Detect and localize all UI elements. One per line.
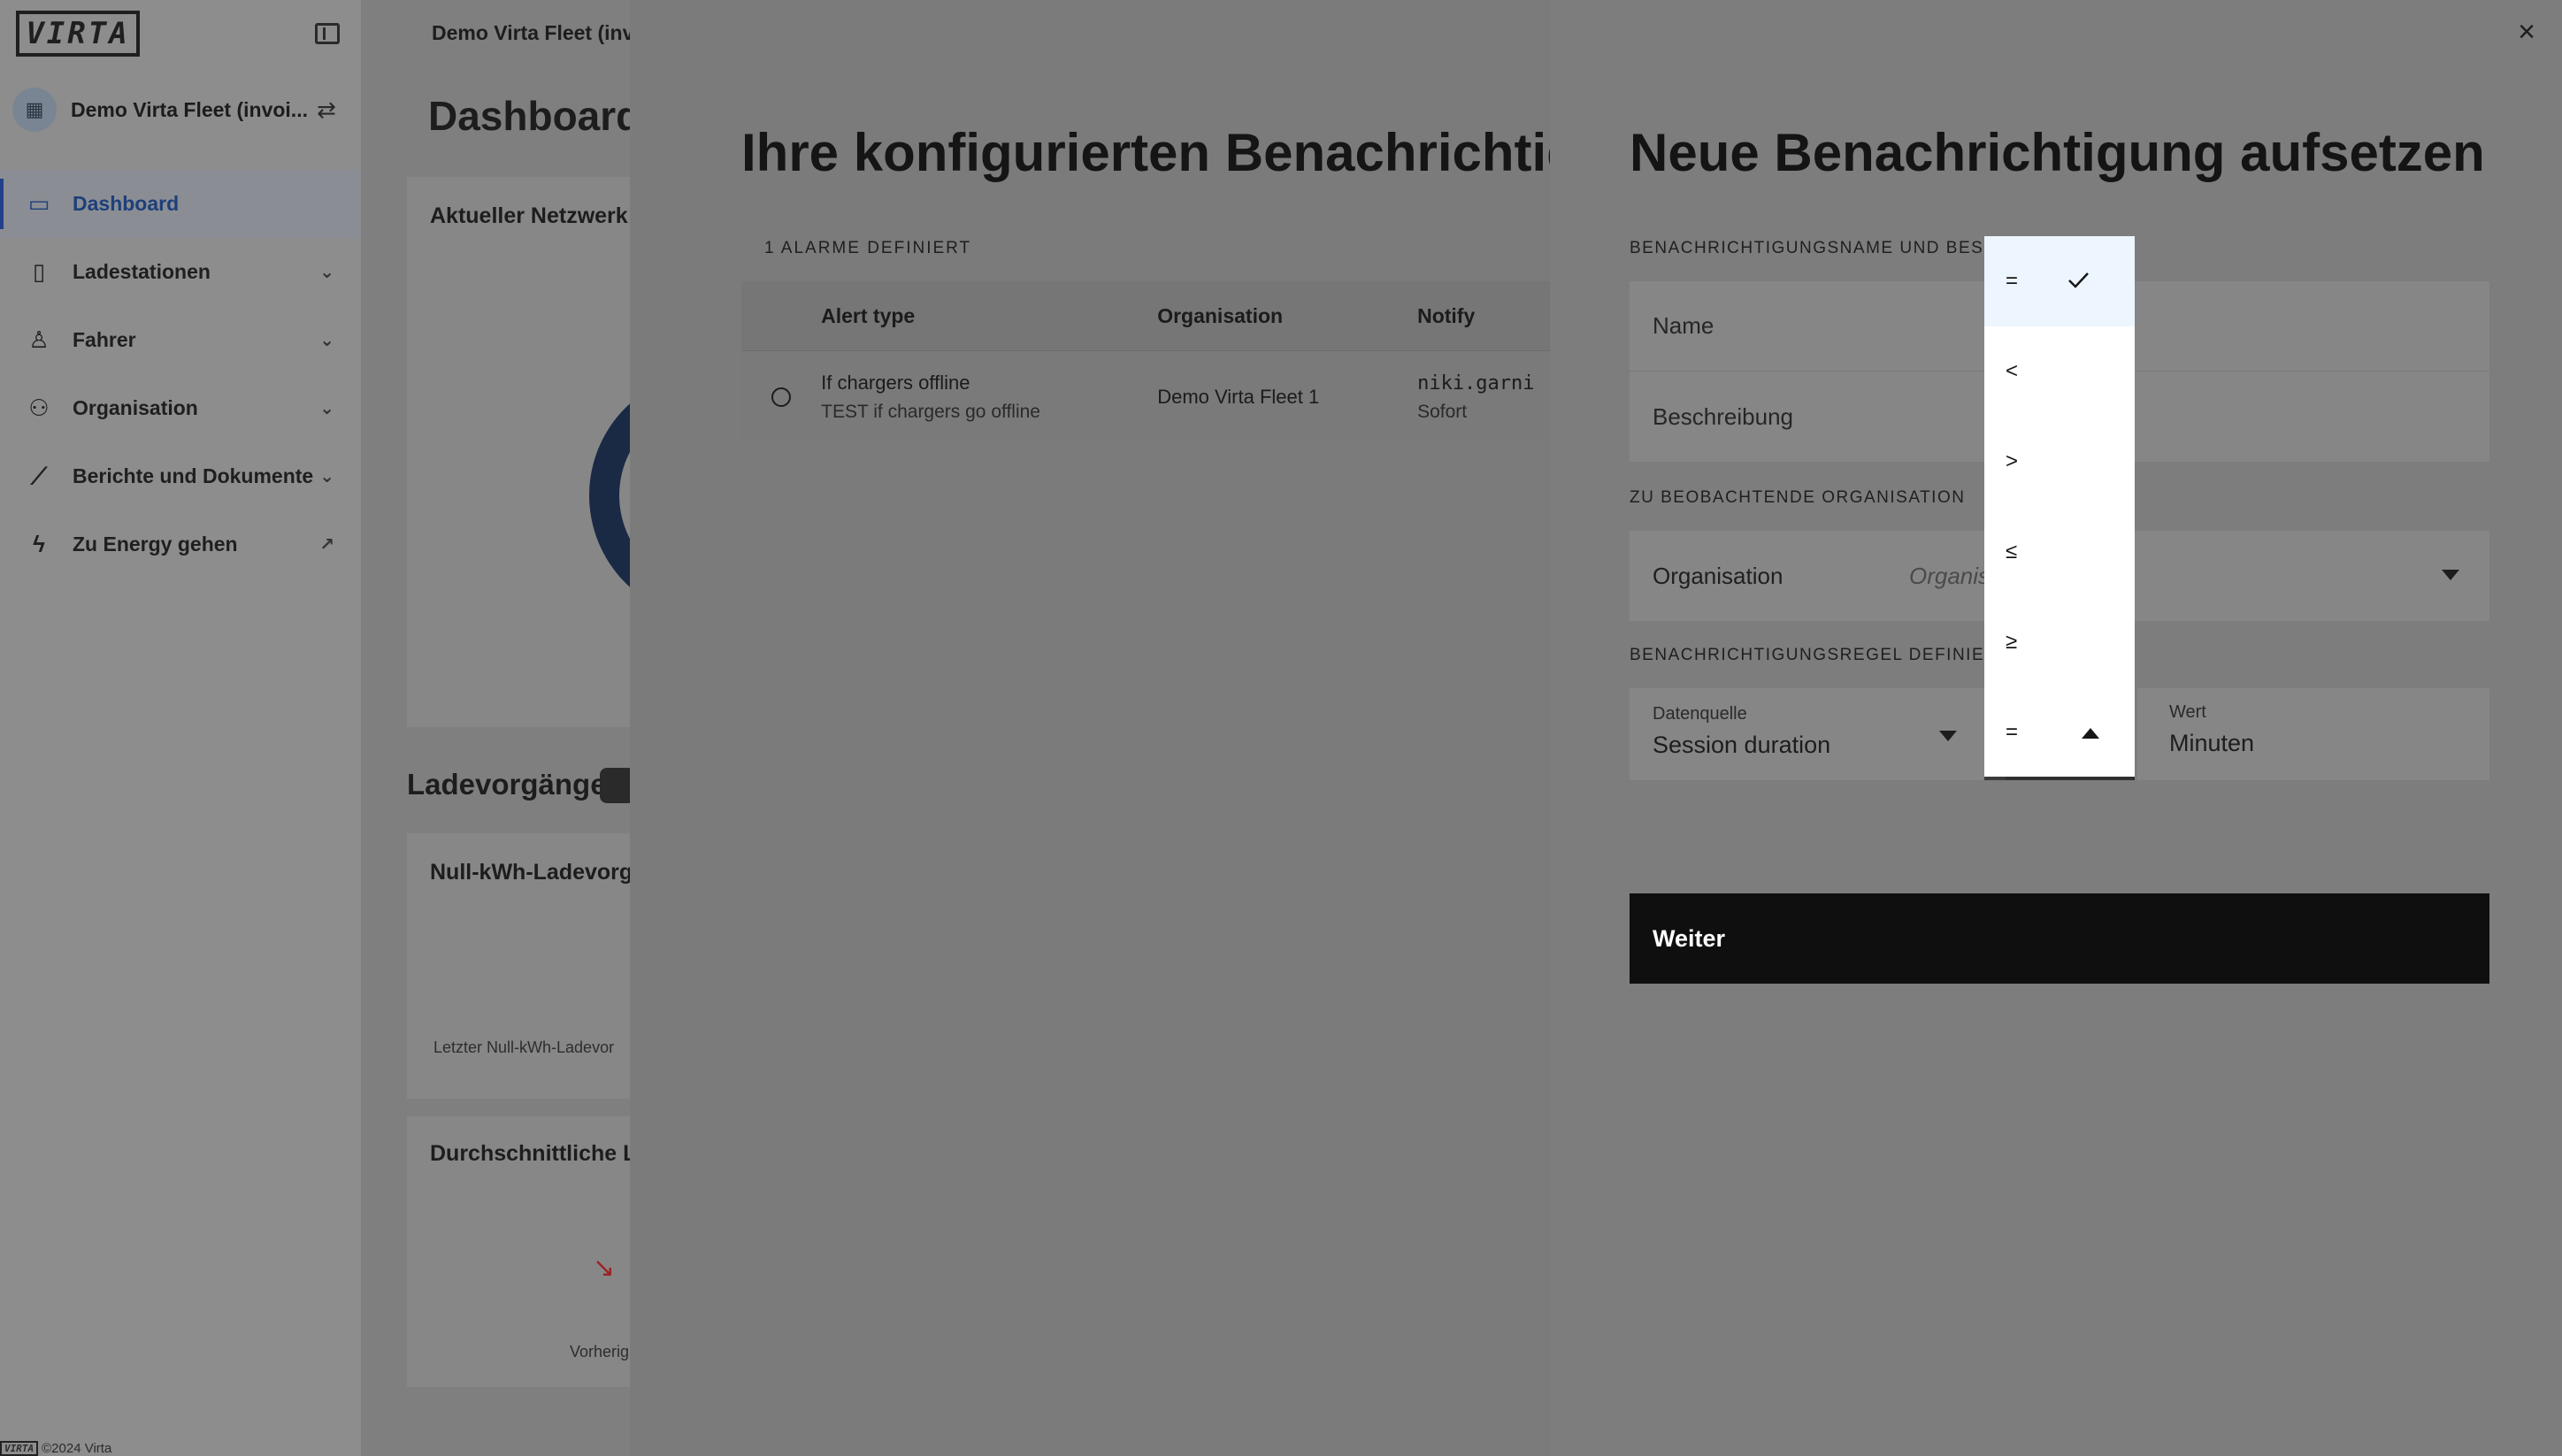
building-icon: ▦ xyxy=(12,88,57,132)
notify-frequency: Sofort xyxy=(1417,401,1468,422)
checkmark-icon xyxy=(2068,272,2089,288)
value-input[interactable]: Wert Minuten xyxy=(2137,688,2489,780)
card-title: Aktueller Netzwerk xyxy=(430,203,628,228)
swap-icon[interactable]: ⇄ xyxy=(317,96,336,124)
operator-dropdown: = < > ≤ ≥ = xyxy=(1984,236,2135,780)
organisation-icon: ⚇ xyxy=(28,395,50,421)
sidebar-item-label: Ladestationen xyxy=(73,260,211,283)
sidebar-item-ladestationen[interactable]: ▯ Ladestationen ⌄ xyxy=(0,238,361,306)
column-header: Organisation xyxy=(1157,303,1284,327)
sidebar-item-berichte[interactable]: ⟋ Berichte und Dokumente ⌄ xyxy=(0,442,361,510)
panel-title: Neue Benachrichtigung aufsetzen xyxy=(1630,123,2485,182)
operator-option[interactable]: < xyxy=(1984,326,2135,417)
sidebar-item-fahrer[interactable]: ♙ Fahrer ⌄ xyxy=(0,306,361,374)
card-note: Vorherig xyxy=(570,1343,630,1360)
org-switcher[interactable]: ▦ Demo Virta Fleet (invoi... ⇄ xyxy=(12,85,349,134)
charger-icon: ▯ xyxy=(32,258,46,285)
sidebar-item-label: Fahrer xyxy=(73,328,136,351)
alerts-table: Alert type Organisation Notify If charge… xyxy=(741,281,1550,442)
next-button[interactable]: Weiter xyxy=(1630,893,2489,984)
caret-down-icon xyxy=(1939,731,1957,741)
copyright: ©2024 Virta xyxy=(42,1440,112,1456)
table-header: Alert type Organisation Notify xyxy=(741,281,1550,350)
close-icon[interactable]: × xyxy=(2514,17,2539,47)
card-title: Durchschnittliche L xyxy=(430,1141,637,1166)
driver-icon: ♙ xyxy=(28,326,50,353)
chevron-down-icon: ⌄ xyxy=(319,467,334,487)
chevron-down-icon: ⌄ xyxy=(319,399,334,418)
sidebar-item-label: Dashboard xyxy=(73,192,180,215)
alert-organisation: Demo Virta Fleet 1 xyxy=(1157,385,1320,408)
operator-selected-value: = xyxy=(2006,719,2019,744)
sidebar-item-organisation[interactable]: ⚇ Organisation ⌄ xyxy=(0,374,361,442)
section-label: ZU BEOBACHTENDE ORGANISATION xyxy=(1630,488,1966,507)
card-note: Letzter Null-kWh-Ladevor xyxy=(433,1038,615,1056)
collapse-sidebar-icon[interactable] xyxy=(315,23,340,44)
operator-option[interactable]: > xyxy=(1984,417,2135,507)
column-header: Alert type xyxy=(821,303,916,327)
alert-type: If chargers offline xyxy=(821,371,970,394)
operator-option[interactable]: ≥ xyxy=(1984,597,2135,687)
footer-logo: VIRTA xyxy=(0,1440,39,1456)
sidebar-item-energy[interactable]: ϟ Zu Energy gehen ↗ xyxy=(0,510,361,579)
breadcrumb: Demo Virta Fleet (inv xyxy=(432,21,634,44)
external-link-icon: ↗ xyxy=(319,535,334,555)
table-row[interactable]: If chargers offline TEST if chargers go … xyxy=(741,350,1550,442)
chevron-down-icon: ⌄ xyxy=(319,331,334,350)
dashboard-icon: ▭ xyxy=(27,190,50,217)
sidebar-item-label: Zu Energy gehen xyxy=(73,533,238,556)
datasource-value: Session duration xyxy=(1653,732,1831,758)
card-title: Null-kWh-Ladevorg xyxy=(430,860,633,885)
configured-alerts-panel: Ihre konfigurierten Benachrichtigungen 1… xyxy=(630,0,1550,1456)
sidebar-nav: ▭ Dashboard ▯ Ladestationen ⌄ ♙ Fahrer ⌄… xyxy=(0,170,361,579)
lightning-icon: ϟ xyxy=(33,531,45,557)
value-placeholder: Minuten xyxy=(2169,730,2255,756)
sidebar-item-label: Berichte und Dokumente xyxy=(73,464,314,487)
section-title: Ladevorgänge xyxy=(407,768,607,801)
zero-kwh-card: Null-kWh-Ladevorg xyxy=(407,833,637,1099)
dashboard-main: Demo Virta Fleet (inv Dashboard Aktuelle… xyxy=(361,0,713,1456)
trend-down-icon: ↘ xyxy=(593,1253,616,1283)
operator-option[interactable]: ≤ xyxy=(1984,507,2135,597)
sidebar-item-label: Organisation xyxy=(73,396,198,419)
alert-description: TEST if chargers go offline xyxy=(821,401,1040,422)
page-title: Dashboard xyxy=(428,93,641,139)
value-label: Wert xyxy=(2169,702,2206,722)
column-header: Notify xyxy=(1417,303,1476,327)
section-label: BENACHRICHTIGUNGSREGEL DEFINIEREN xyxy=(1630,646,2024,664)
chart-icon: ⟋ xyxy=(30,462,48,489)
sidebar-item-dashboard[interactable]: ▭ Dashboard xyxy=(0,170,361,238)
caret-up-icon xyxy=(2082,728,2099,739)
virta-logo[interactable]: VIRTA xyxy=(16,11,140,57)
sidebar: VIRTA ▦ Demo Virta Fleet (invoi... ⇄ ▭ D… xyxy=(0,0,361,1456)
caret-down-icon xyxy=(2442,570,2459,580)
organisation-label: Organisation xyxy=(1653,562,1783,589)
datasource-select[interactable]: Datenquelle Session duration xyxy=(1630,688,1987,780)
panel-title: Ihre konfigurierten Benachrichtigungen xyxy=(741,123,1550,182)
row-radio[interactable] xyxy=(771,387,792,407)
operator-select[interactable]: = xyxy=(1984,687,2135,780)
notify-recipient: niki.garni xyxy=(1417,372,1535,395)
operator-option[interactable]: = xyxy=(1984,236,2135,326)
alert-count: 1 ALARME DEFINIERT xyxy=(764,239,972,257)
org-name: Demo Virta Fleet (invoi... xyxy=(71,97,308,121)
datasource-label: Datenquelle xyxy=(1653,704,1747,724)
footer: VIRTA ©2024 Virta xyxy=(0,1440,111,1456)
chevron-down-icon: ⌄ xyxy=(319,263,334,282)
